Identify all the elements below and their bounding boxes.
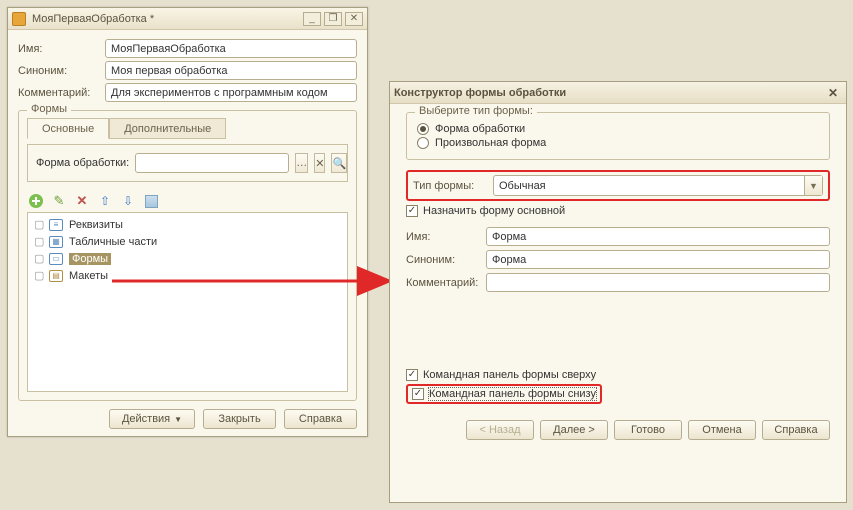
comment-label: Комментарий: [406,277,486,289]
name-label: Имя: [18,43,105,55]
tab-panel: Форма обработки: … ✕ 🔍 [27,144,348,182]
maximize-button[interactable]: ❐ [324,12,342,26]
actions-button[interactable]: Действия▼ [109,409,195,429]
radio-label: Форма обработки [435,123,525,135]
tree-node-label: Макеты [69,270,108,282]
back-button[interactable]: < Назад [466,420,534,440]
name-label: Имя: [406,231,486,243]
checkbox-label: Командная панель формы сверху [423,369,596,381]
checkbox-label: Назначить форму основной [423,205,565,217]
radio-icon [417,123,429,135]
minimize-button[interactable]: _ [303,12,321,26]
tab-main[interactable]: Основные [27,118,109,139]
expand-icon: ▢ [34,252,43,265]
window-title: МояПерваяОбработка * [32,13,300,25]
clear-button[interactable]: ✕ [314,153,325,173]
comment-label: Комментарий: [18,87,105,99]
app-icon [12,12,26,26]
ellipsis-button[interactable]: … [295,153,308,173]
tree-node-label: Табличные части [69,236,157,248]
processing-editor-window: МояПерваяОбработка * _ ❐ ✕ Имя: Синоним:… [7,7,368,437]
title-bar: МояПерваяОбработка * _ ❐ ✕ [8,8,367,30]
cmd-panel-top-checkbox[interactable]: ✓ Командная панель формы сверху [406,369,830,381]
choose-type-legend: Выберите тип формы: [415,105,537,117]
magnify-button[interactable]: 🔍 [331,153,347,173]
chevron-down-icon: ▼ [174,415,182,424]
close-button[interactable]: ✕ [345,12,363,26]
radio-icon [417,137,429,149]
radio-label: Произвольная форма [435,137,546,149]
bottom-buttons: Действия▼ Закрыть Справка [18,409,357,429]
form-type-label: Тип формы: [413,180,493,192]
choose-form-type-group: Выберите тип формы: Форма обработки Прои… [406,112,830,160]
synonym-input[interactable] [105,61,357,80]
requisites-icon: ≡ [49,219,63,231]
form-processing-input[interactable] [135,153,289,173]
radio-processing-form[interactable]: Форма обработки [417,123,819,135]
title-bar: Конструктор формы обработки ✕ [390,82,846,104]
cmd-panel-bottom-checkbox[interactable]: ✓ Командная панель формы снизу [412,388,596,400]
help-button[interactable]: Справка [762,420,830,440]
grid-icon [145,195,158,208]
radio-arbitrary-form[interactable]: Произвольная форма [417,137,819,149]
form-constructor-window: Конструктор формы обработки ✕ Выберите т… [389,81,847,503]
wizard-buttons: < Назад Далее > Готово Отмена Справка [406,420,830,440]
edit-icon: ✎ [54,193,65,209]
template-icon: ▤ [49,270,63,282]
dialog-title: Конструктор формы обработки [394,87,824,99]
add-button[interactable] [27,192,45,210]
comment-input[interactable] [105,83,357,102]
tabs: Основные Дополнительные [27,117,348,138]
move-down-button[interactable]: ⇩ [119,192,137,210]
table-icon: ▦ [49,236,63,248]
expand-icon: ▢ [34,218,43,231]
forms-group-legend: Формы [27,103,71,115]
done-button[interactable]: Готово [614,420,682,440]
comment-input[interactable] [486,273,830,292]
checkbox-icon: ✓ [412,388,424,400]
tree-node-label: Реквизиты [69,219,123,231]
synonym-label: Синоним: [18,65,105,77]
highlight-form-type: Тип формы: Обычная ▼ [406,170,830,201]
tab-extra[interactable]: Дополнительные [109,118,226,139]
close-form-button[interactable]: Закрыть [203,409,276,429]
form-icon: ▭ [49,253,63,265]
tree-node-table-parts[interactable]: ▢ ▦ Табличные части [28,233,347,250]
tree-node-label: Формы [69,253,111,265]
add-icon [29,194,43,208]
close-button[interactable]: ✕ [824,85,842,100]
set-main-checkbox[interactable]: ✓ Назначить форму основной [406,205,830,217]
chevron-down-icon[interactable]: ▼ [804,176,822,195]
checkbox-icon: ✓ [406,369,418,381]
help-button[interactable]: Справка [284,409,357,429]
tree-toolbar: ✎ ✕ ⇧ ⇩ [27,190,348,212]
synonym-label: Синоним: [406,254,486,266]
cancel-button[interactable]: Отмена [688,420,756,440]
highlight-cmd-bottom: ✓ Командная панель формы снизу [406,384,602,404]
name-input[interactable] [486,227,830,246]
expand-icon: ▢ [34,269,43,282]
delete-icon: ✕ [77,193,88,209]
synonym-input[interactable] [486,250,830,269]
combo-value: Обычная [494,180,804,192]
checkbox-icon: ✓ [406,205,418,217]
forms-group: Формы Основные Дополнительные Форма обра… [18,110,357,401]
form-type-combo[interactable]: Обычная ▼ [493,175,823,196]
tree-node-forms[interactable]: ▢ ▭ Формы [28,250,347,267]
edit-button[interactable]: ✎ [50,192,68,210]
delete-button[interactable]: ✕ [73,192,91,210]
annotation-arrow [112,266,402,296]
name-input[interactable] [105,39,357,58]
arrow-up-icon: ⇧ [100,194,110,208]
expand-icon: ▢ [34,235,43,248]
arrow-down-icon: ⇩ [123,194,133,208]
move-up-button[interactable]: ⇧ [96,192,114,210]
grid-button[interactable] [142,192,160,210]
form-processing-label: Форма обработки: [36,157,129,169]
tree-node-requisites[interactable]: ▢ ≡ Реквизиты [28,216,347,233]
checkbox-label: Командная панель формы снизу [429,388,596,400]
next-button[interactable]: Далее > [540,420,608,440]
object-tree[interactable]: ▢ ≡ Реквизиты ▢ ▦ Табличные части ▢ ▭ Фо… [27,212,348,392]
